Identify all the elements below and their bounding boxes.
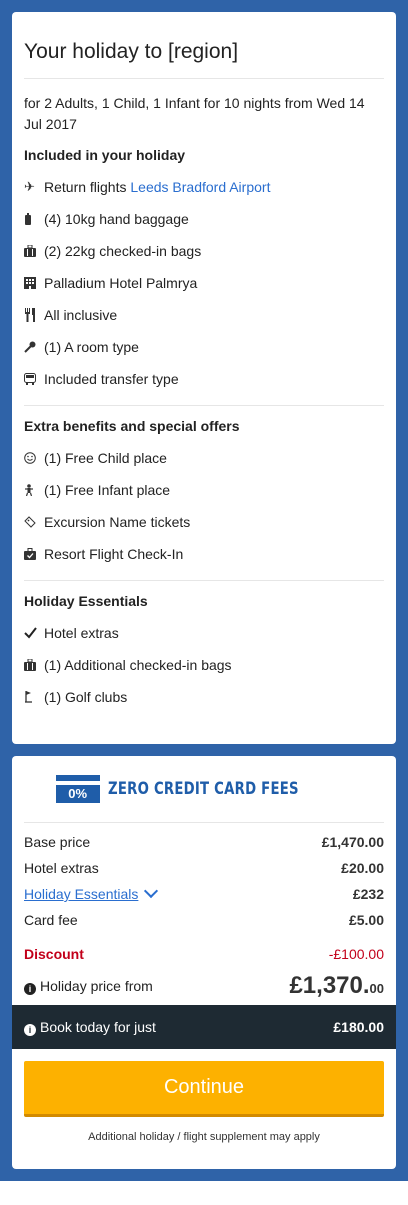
ticket-icon	[24, 516, 44, 528]
key-icon	[24, 341, 44, 353]
extras-item-infant: (1) Free Infant place	[24, 474, 384, 506]
extras-heading: Extra benefits and special offers	[24, 418, 240, 434]
extras-item-label: Excursion Name tickets	[44, 514, 191, 530]
included-item-board: All inclusive	[24, 299, 384, 331]
included-item-label: (2) 22kg checked-in bags	[44, 243, 202, 259]
baby-icon	[24, 484, 44, 496]
cutlery-icon	[24, 308, 44, 322]
smiley-icon	[24, 452, 44, 464]
essentials-item-hotel-extras: Hotel extras	[24, 617, 384, 649]
bus-icon	[24, 373, 44, 385]
continue-button[interactable]: Continue	[24, 1061, 384, 1117]
discount-row: Discount -£100.00	[12, 941, 396, 967]
essentials-item-golf: (1) Golf clubs	[24, 681, 384, 713]
checkmark-icon	[24, 627, 44, 639]
info-icon[interactable]: i	[24, 1023, 36, 1036]
card-fee-row: Card fee £5.00	[12, 907, 396, 933]
extras-item-label: (1) Free Infant place	[44, 482, 171, 498]
book-today-label: Book today for just	[40, 1018, 156, 1035]
included-item-transfer: Included transfer type	[24, 363, 384, 395]
discount-value: -£100.00	[328, 946, 384, 962]
book-today-bar: i Book today for just £180.00	[12, 1005, 396, 1049]
golf-icon	[24, 691, 44, 703]
holiday-essentials-link[interactable]: Holiday Essentials	[24, 886, 138, 902]
included-item-label: Included transfer type	[44, 371, 179, 387]
divider	[24, 405, 384, 406]
included-item-hand-baggage: (4) 10kg hand baggage	[24, 203, 384, 235]
included-item-label: (4) 10kg hand baggage	[44, 211, 189, 227]
pricing-card: 0% ZERO CREDIT CARD FEES Base price £1,4…	[12, 756, 396, 1169]
holiday-essentials-toggle[interactable]: Holiday Essentials	[24, 883, 159, 902]
card-fee-label: Card fee	[24, 912, 78, 928]
essentials-item-label: (1) Golf clubs	[44, 689, 128, 705]
essentials-item-label: Hotel extras	[44, 625, 119, 641]
zero-fees-badge: 0% ZERO CREDIT CARD FEES	[24, 756, 384, 823]
trip-details: for 2 Adults, 1 Child, 1 Infant for 10 n…	[24, 95, 365, 132]
included-item-label: Palladium Hotel Palmrya	[44, 275, 198, 291]
hotel-extras-value: £20.00	[341, 860, 384, 876]
holiday-price-pence: 00	[369, 981, 384, 996]
badge-text: ZERO CREDIT CARD FEES	[107, 779, 299, 799]
badge-percent: 0%	[68, 786, 88, 801]
extras-item-excursion: Excursion Name tickets	[24, 506, 384, 538]
chevron-down-icon[interactable]	[144, 883, 159, 899]
suitcase-icon	[24, 245, 44, 257]
page-title: Your holiday to [region]	[24, 12, 384, 79]
included-item-room: (1) A room type	[24, 331, 384, 363]
book-today-label-group: i Book today for just	[24, 1019, 156, 1036]
hotel-extras-row: Hotel extras £20.00	[12, 855, 396, 881]
card-fee-value: £5.00	[348, 912, 384, 928]
hand-baggage-icon	[24, 213, 44, 225]
included-item-hotel: Palladium Hotel Palmrya	[24, 267, 384, 299]
base-price-label: Base price	[24, 834, 91, 850]
included-item-label: All inclusive	[44, 307, 118, 323]
holiday-essentials-row: Holiday Essentials £232	[12, 881, 396, 907]
divider	[24, 580, 384, 581]
info-icon[interactable]: i	[24, 982, 36, 995]
holiday-price-row: i Holiday price from £1,370.00	[12, 967, 396, 1005]
holiday-price-value: £1,370.00	[289, 972, 384, 1000]
plane-icon: ✈	[24, 179, 35, 194]
included-item-checked-bags: (2) 22kg checked-in bags	[24, 235, 384, 267]
holiday-essentials-value: £232	[352, 886, 384, 902]
essentials-heading: Holiday Essentials	[24, 593, 148, 609]
book-today-value: £180.00	[333, 1019, 384, 1035]
included-item-label: Return flights Leeds Bradford Airport	[44, 179, 271, 195]
holiday-price-main: £1,370.	[289, 972, 370, 999]
checkin-icon	[24, 548, 44, 560]
base-price-value: £1,470.00	[321, 834, 384, 850]
airport-link[interactable]: Leeds Bradford Airport	[130, 179, 270, 195]
essentials-item-label: (1) Additional checked-in bags	[44, 657, 232, 673]
holiday-price-label: Holiday price from	[40, 977, 153, 994]
extras-item-checkin: Resort Flight Check-In	[24, 538, 384, 570]
extras-item-label: (1) Free Child place	[44, 450, 167, 466]
holiday-summary-card: Your holiday to [region] for 2 Adults, 1…	[12, 12, 396, 744]
extras-item-label: Resort Flight Check-In	[44, 546, 184, 562]
included-item-label: (1) A room type	[44, 339, 139, 355]
holiday-price-label-group: i Holiday price from	[24, 978, 153, 995]
extras-item-child: (1) Free Child place	[24, 442, 384, 474]
hotel-icon	[24, 277, 44, 289]
supplement-note: Additional holiday / flight supplement m…	[88, 1131, 320, 1143]
base-price-row: Base price £1,470.00	[12, 829, 396, 855]
discount-label: Discount	[24, 946, 84, 962]
hotel-extras-label: Hotel extras	[24, 860, 99, 876]
included-item-flights: ✈ Return flights Leeds Bradford Airport	[24, 171, 384, 203]
included-heading: Included in your holiday	[24, 147, 186, 163]
essentials-item-bags: (1) Additional checked-in bags	[24, 649, 384, 681]
card-logo: 0%	[55, 775, 100, 803]
suitcase-icon	[24, 659, 44, 671]
